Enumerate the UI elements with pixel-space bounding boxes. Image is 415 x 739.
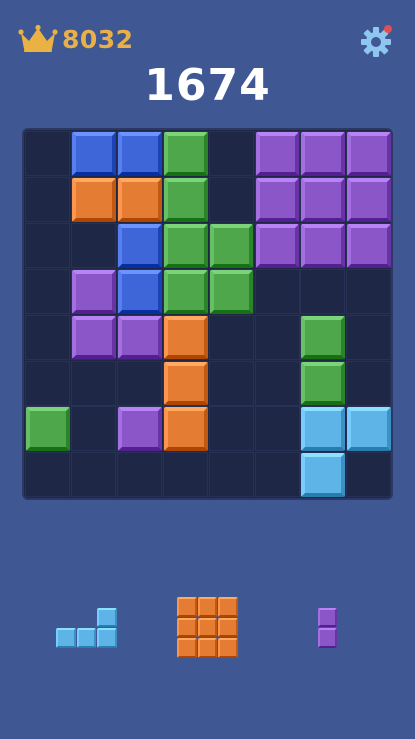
board-cell[interactable] bbox=[346, 360, 392, 406]
board-cell[interactable] bbox=[208, 360, 254, 406]
block-purple bbox=[347, 223, 392, 268]
board-cell[interactable] bbox=[300, 268, 346, 314]
board-cell[interactable] bbox=[208, 176, 254, 222]
block-cyan bbox=[301, 453, 346, 498]
block-orange bbox=[117, 177, 162, 222]
game-board[interactable] bbox=[22, 128, 393, 500]
piece-block bbox=[76, 628, 97, 648]
piece-block bbox=[197, 638, 218, 658]
bar-2-purple[interactable] bbox=[317, 607, 339, 649]
block-blue bbox=[117, 132, 162, 176]
piece-tray bbox=[0, 560, 415, 658]
block-orange bbox=[163, 361, 208, 406]
board-cell[interactable] bbox=[116, 452, 162, 498]
board-cell[interactable] bbox=[162, 452, 208, 498]
block-green bbox=[163, 132, 208, 176]
board-cell[interactable] bbox=[116, 360, 162, 406]
piece-block bbox=[56, 628, 76, 648]
block-purple bbox=[347, 177, 392, 222]
piece-block bbox=[218, 617, 238, 638]
block-green bbox=[163, 177, 208, 222]
board-cell[interactable] bbox=[254, 268, 300, 314]
piece-block bbox=[177, 597, 197, 617]
board-cell[interactable] bbox=[208, 406, 254, 452]
board-cell[interactable] bbox=[254, 314, 300, 360]
board-cell[interactable] bbox=[25, 131, 70, 176]
gear-icon[interactable] bbox=[357, 22, 395, 60]
piece-block bbox=[218, 638, 238, 658]
block-blue bbox=[117, 223, 162, 268]
crown-icon bbox=[18, 24, 58, 52]
block-green bbox=[301, 315, 346, 360]
board-cell[interactable] bbox=[25, 452, 70, 498]
board-cell[interactable] bbox=[70, 222, 116, 268]
top-bar: 8032 bbox=[0, 0, 415, 60]
board-cell[interactable] bbox=[254, 406, 300, 452]
piece-block bbox=[317, 628, 338, 648]
board-cell[interactable] bbox=[346, 268, 392, 314]
block-green bbox=[163, 223, 208, 268]
piece-block bbox=[177, 638, 197, 658]
block-purple bbox=[255, 177, 300, 222]
board-cell[interactable] bbox=[254, 452, 300, 498]
square-3x3-orange[interactable] bbox=[177, 597, 239, 659]
board-cell[interactable] bbox=[25, 176, 70, 222]
block-orange bbox=[71, 177, 116, 222]
board-cell[interactable] bbox=[25, 360, 70, 406]
board-cell[interactable] bbox=[346, 314, 392, 360]
piece-block bbox=[317, 607, 338, 627]
board-cell[interactable] bbox=[70, 452, 116, 498]
piece-block bbox=[177, 617, 197, 638]
block-purple bbox=[255, 223, 300, 268]
block-orange bbox=[163, 315, 208, 360]
block-green bbox=[209, 223, 254, 268]
block-blue bbox=[71, 132, 116, 176]
board-cell[interactable] bbox=[25, 314, 70, 360]
block-blue bbox=[117, 269, 162, 314]
current-score: 1674 bbox=[144, 60, 271, 111]
block-orange bbox=[163, 407, 208, 452]
board-cell[interactable] bbox=[70, 406, 116, 452]
block-purple bbox=[301, 223, 346, 268]
block-green bbox=[163, 269, 208, 314]
block-purple bbox=[301, 132, 346, 176]
block-green bbox=[26, 407, 70, 452]
board-cell[interactable] bbox=[208, 314, 254, 360]
block-purple bbox=[255, 132, 300, 176]
block-purple bbox=[301, 177, 346, 222]
board-cell[interactable] bbox=[208, 131, 254, 176]
l-piece-cyan[interactable] bbox=[56, 607, 118, 649]
block-purple bbox=[117, 407, 162, 452]
block-green bbox=[301, 361, 346, 406]
board-cell[interactable] bbox=[25, 222, 70, 268]
block-purple bbox=[71, 269, 116, 314]
piece-block bbox=[97, 628, 117, 648]
notification-dot bbox=[384, 25, 392, 33]
board-cell[interactable] bbox=[70, 360, 116, 406]
block-purple bbox=[117, 315, 162, 360]
block-purple bbox=[347, 132, 392, 176]
piece-block bbox=[197, 597, 218, 617]
piece-block bbox=[197, 617, 218, 638]
board-cell[interactable] bbox=[25, 268, 70, 314]
piece-block bbox=[97, 607, 117, 627]
board-cell[interactable] bbox=[346, 452, 392, 498]
board-cell[interactable] bbox=[254, 360, 300, 406]
block-green bbox=[209, 269, 254, 314]
block-cyan bbox=[301, 407, 346, 452]
best-score: 8032 bbox=[62, 25, 134, 54]
piece-block bbox=[218, 597, 238, 617]
board-cell[interactable] bbox=[208, 452, 254, 498]
block-cyan bbox=[347, 407, 392, 452]
block-purple bbox=[71, 315, 116, 360]
